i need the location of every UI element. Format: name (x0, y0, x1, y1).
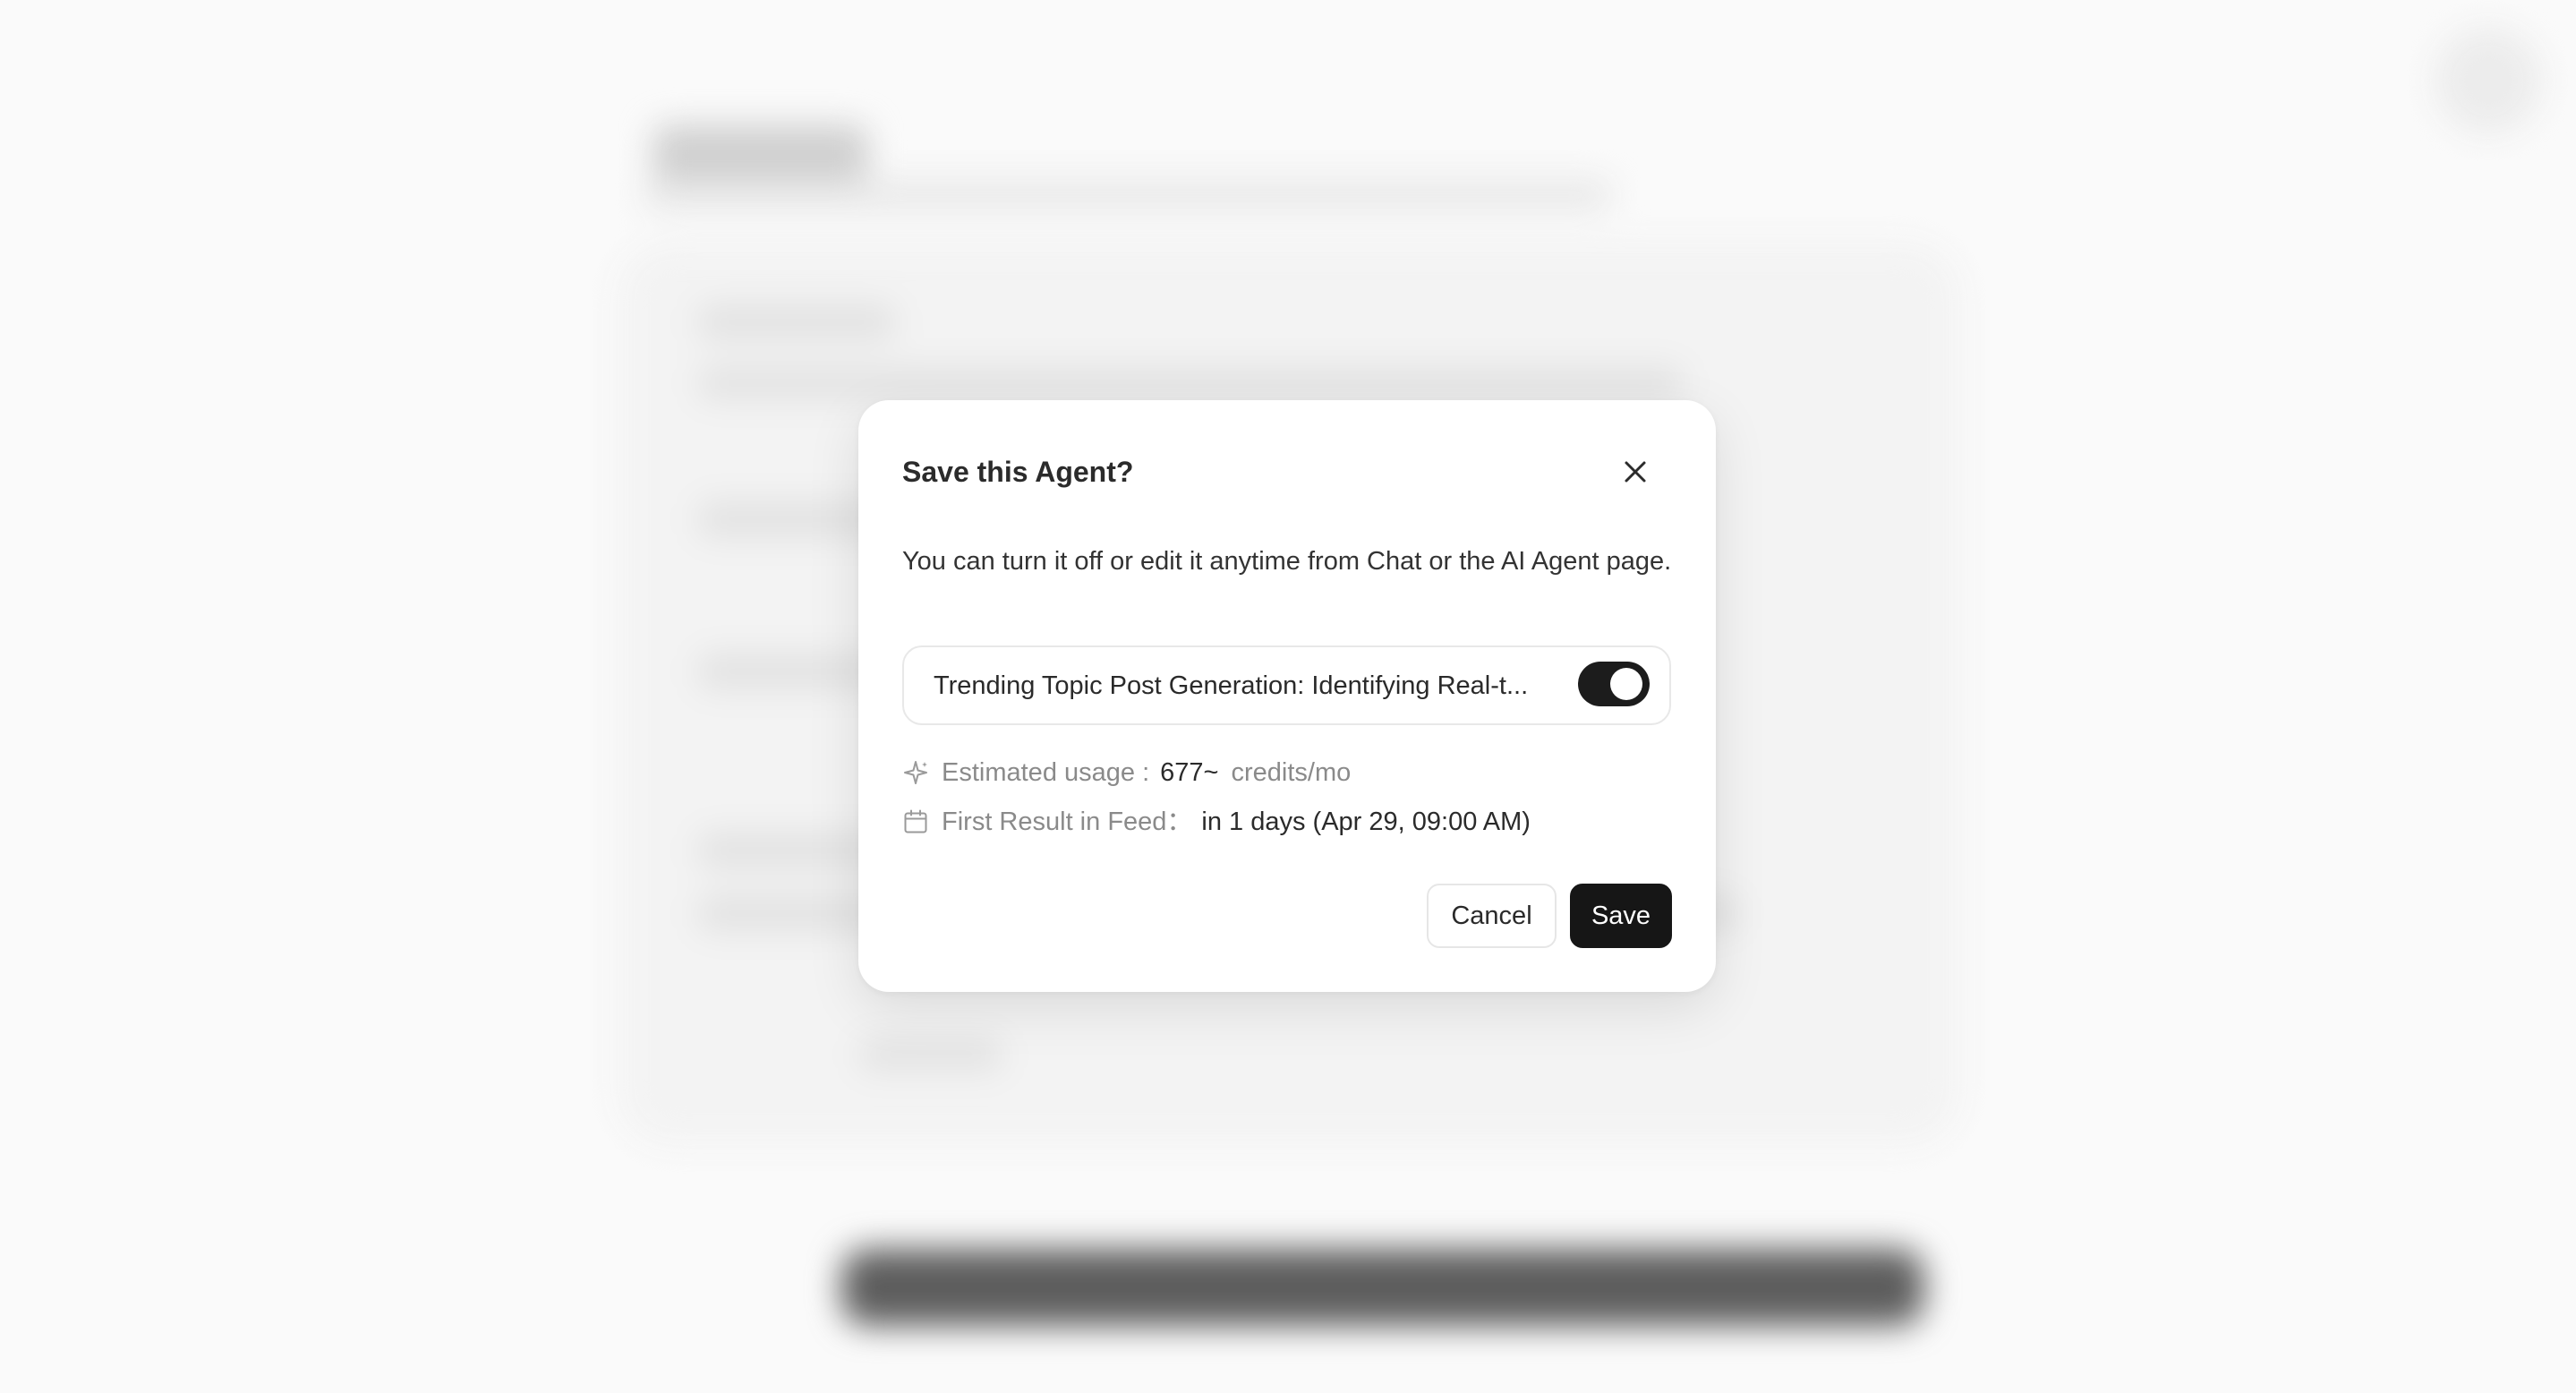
calendar-icon (902, 808, 929, 835)
first-result-row: First Result in Feed： in 1 days (Apr 29,… (902, 804, 1531, 840)
save-button[interactable]: Save (1570, 884, 1672, 948)
background-line (859, 1038, 1002, 1071)
toggle-knob (1610, 668, 1642, 700)
close-button[interactable] (1617, 454, 1653, 490)
usage-value: 677~ (1160, 758, 1219, 787)
usage-unit: credits/mo (1231, 758, 1352, 787)
background-line (698, 367, 1683, 399)
background-line (698, 304, 895, 340)
usage-label: Estimated usage : (942, 758, 1150, 787)
agent-card: Trending Topic Post Generation: Identify… (902, 645, 1671, 725)
feed-value: in 1 days (Apr 29, 09:00 AM) (1201, 808, 1531, 836)
dialog-title: Save this Agent? (902, 456, 1134, 488)
cancel-button[interactable]: Cancel (1427, 884, 1557, 948)
agent-toggle[interactable] (1578, 662, 1650, 706)
agent-name: Trending Topic Post Generation: Identify… (934, 671, 1529, 700)
sparkle-icon (902, 759, 929, 786)
save-agent-dialog: Save this Agent? You can turn it off or … (858, 400, 1716, 992)
close-icon (1625, 461, 1646, 483)
background-avatar (2435, 27, 2542, 134)
background-bottom-bar (841, 1249, 1924, 1326)
feed-label: First Result in Feed： (942, 808, 1193, 836)
dialog-description: You can turn it off or edit it anytime f… (902, 547, 1672, 576)
background-subtitle (644, 179, 1611, 211)
estimated-usage-row: Estimated usage : 677~ credits/mo (902, 755, 1351, 791)
